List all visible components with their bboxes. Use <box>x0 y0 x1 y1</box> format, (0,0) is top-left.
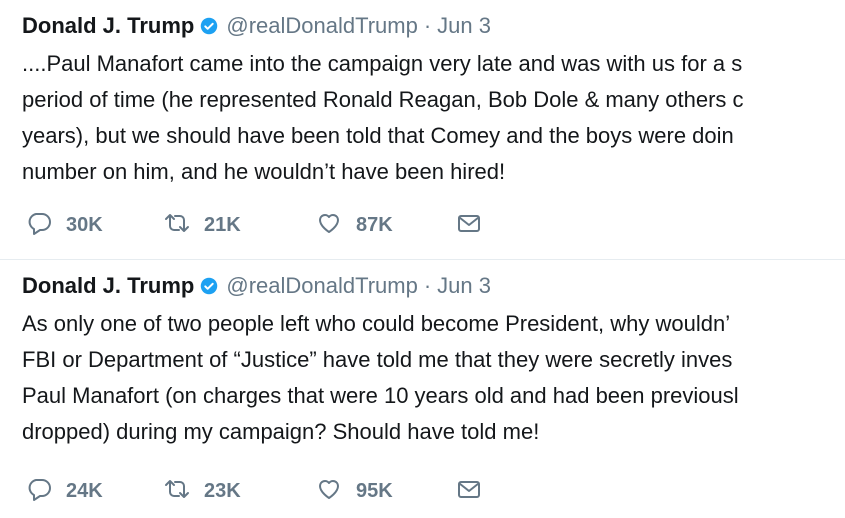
tweet-text-line: FBI or Department of “Justice” have told… <box>22 347 733 372</box>
author-handle[interactable]: @realDonaldTrump <box>226 13 417 38</box>
tweet[interactable]: Donald J. Trump @realDonaldTrump · Jun 3 ..… <box>0 0 845 259</box>
heart-outline-icon <box>316 476 342 507</box>
like-button[interactable]: 95K <box>316 476 393 506</box>
reply-bubble-icon <box>26 210 52 241</box>
author-handle[interactable]: @realDonaldTrump <box>226 273 417 298</box>
direct-message-button[interactable] <box>456 476 482 506</box>
retweet-count: 21K <box>204 213 241 236</box>
reply-button[interactable]: 30K <box>26 210 103 240</box>
tweet-text-line: Paul Manafort (on charges that were 10 y… <box>22 383 739 408</box>
tweet-actions: 30K 21K 87K <box>26 210 626 240</box>
reply-count: 24K <box>66 479 103 502</box>
tweet-text-line: number on him, and he wouldn’t have been… <box>22 159 506 184</box>
tweet-text-line: period of time (he represented Ronald Re… <box>22 87 744 112</box>
tweet-header: Donald J. Trump @realDonaldTrump · Jun 3 <box>22 12 491 40</box>
header-separator: · <box>423 273 432 298</box>
like-count: 87K <box>356 213 393 236</box>
heart-outline-icon <box>316 210 342 241</box>
retweet-count: 23K <box>204 479 241 502</box>
tweet-text-line: ....Paul Manafort came into the campaign… <box>22 51 743 76</box>
retweet-button[interactable]: 21K <box>164 210 241 240</box>
verified-badge-icon <box>200 14 218 35</box>
retweet-button[interactable]: 23K <box>164 476 241 506</box>
reply-bubble-icon <box>26 476 52 507</box>
tweet-header: Donald J. Trump @realDonaldTrump · Jun 3 <box>22 272 491 300</box>
tweet-actions: 24K 23K 95K <box>26 476 626 506</box>
like-count: 95K <box>356 479 393 502</box>
author-name[interactable]: Donald J. Trump <box>22 13 194 38</box>
tweet-text-line: years), but we should have been told tha… <box>22 123 734 148</box>
reply-button[interactable]: 24K <box>26 476 103 506</box>
tweet-text: As only one of two people left who could… <box>22 306 739 450</box>
envelope-icon <box>456 210 482 241</box>
tweet-text-line: dropped) during my campaign? Should have… <box>22 419 540 444</box>
header-separator: · <box>423 13 432 38</box>
retweet-arrows-icon <box>164 476 190 507</box>
tweet-date[interactable]: Jun 3 <box>437 273 491 298</box>
envelope-icon <box>456 476 482 507</box>
like-button[interactable]: 87K <box>316 210 393 240</box>
verified-badge-icon <box>200 274 218 295</box>
reply-count: 30K <box>66 213 103 236</box>
author-name[interactable]: Donald J. Trump <box>22 273 194 298</box>
tweet-text: ....Paul Manafort came into the campaign… <box>22 46 744 190</box>
tweet[interactable]: Donald J. Trump @realDonaldTrump · Jun 3 As… <box>0 260 845 518</box>
tweet-date[interactable]: Jun 3 <box>437 13 491 38</box>
direct-message-button[interactable] <box>456 210 482 240</box>
tweet-text-line: As only one of two people left who could… <box>22 311 731 336</box>
retweet-arrows-icon <box>164 210 190 241</box>
